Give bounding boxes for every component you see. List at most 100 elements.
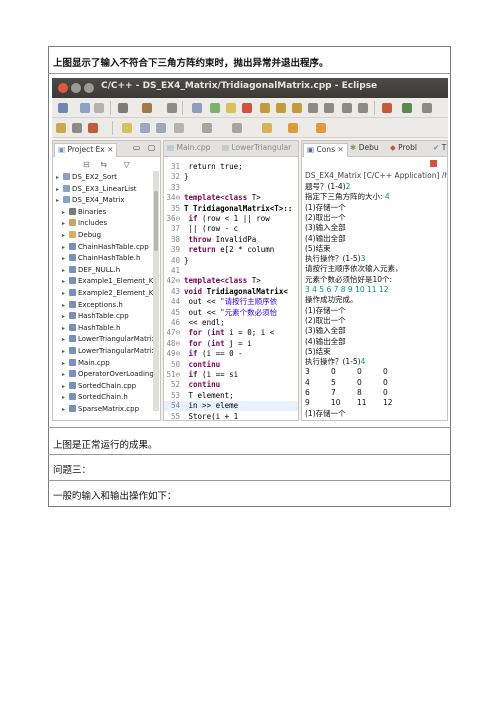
scrollbar-thumb[interactable] [154,191,158,251]
expand-toggle-icon[interactable]: ▸ [62,392,69,403]
tree-item[interactable]: ▸ Example1_Element_Ke [62,276,157,287]
expand-toggle-icon[interactable]: ▸ [62,253,69,264]
expand-toggle-icon[interactable]: ▸ [62,288,69,299]
step-over-icon[interactable] [276,103,286,113]
close-icon[interactable]: ✕ [337,145,343,154]
expand-toggle-icon[interactable]: ▸ [62,346,69,357]
expand-toggle-icon[interactable]: ▸ [62,230,69,241]
tab-project-explorer[interactable]: ▣ Project Ex ✕ [54,143,118,157]
tree-item[interactable]: ▸ ChainHashTable.cpp [62,242,149,253]
resume-icon[interactable] [210,103,220,113]
tree-item[interactable]: ▸ Includes [62,218,107,229]
last-edit-icon[interactable] [262,123,272,133]
tree-item[interactable]: ▸ HashTable.h [62,323,120,334]
scrollbar[interactable] [153,171,159,411]
code-token: "元素个数必须恰 [220,307,278,317]
tree-item[interactable]: ▸ DS_EX4_Matrix [56,195,125,206]
tab-lower-triangular[interactable]: ▤ LowerTriangular [222,143,291,152]
block-select-icon[interactable] [156,123,166,133]
expand-toggle-icon[interactable]: ▸ [62,300,69,311]
grid-icon[interactable] [167,103,177,113]
matrix-cell: 3 [305,367,310,377]
profile-icon[interactable] [358,103,368,113]
expand-toggle-icon[interactable]: ▸ [62,334,69,345]
back-icon[interactable] [288,123,298,133]
tree-item[interactable]: ▸ Exceptions.h [62,300,123,311]
tree-item[interactable]: ▸ Debug [62,230,101,241]
run-icon[interactable] [342,103,352,113]
tree-item[interactable]: ▸ DS_EX3_LinearList [56,184,137,195]
expand-toggle-icon[interactable]: ▸ [62,404,69,415]
step-into-icon[interactable] [260,103,270,113]
tree-item[interactable]: ▸ LowerTriangularMatrix [62,334,156,345]
link-editor-icon[interactable]: ⇆ [100,160,107,169]
save-icon[interactable] [80,103,90,113]
build-icon[interactable] [118,103,128,113]
instruction-step-icon[interactable] [308,103,318,113]
tab-main-cpp[interactable]: ▤ Main.cpp [167,143,210,152]
tree-item[interactable]: ▸ Example2_Element_Ke [62,288,157,299]
tab-debugger-console[interactable]: ✱ Debu [350,143,379,152]
expand-toggle-icon[interactable]: ▸ [56,195,63,206]
expand-toggle-icon[interactable]: ▸ [56,172,63,183]
tree-item[interactable]: ▸ DS_EX2_Sort [56,172,117,183]
tree-item[interactable]: ▸ ChainHashTable.h [62,253,140,264]
tree-item[interactable]: ▸ Binaries [62,207,106,218]
close-window-button[interactable] [58,83,68,93]
skip-breakpoints-icon[interactable] [192,103,202,113]
expand-toggle-icon[interactable]: ▸ [62,381,69,392]
debug-icon[interactable] [324,103,334,113]
new-icon[interactable] [58,103,68,113]
maximize-view-icon[interactable]: ▢ [148,143,155,152]
external-tools-icon[interactable] [382,103,392,113]
tree-item[interactable]: ▸ SortedChain.cpp [62,381,136,392]
tree-item-label: ChainHashTable.h [78,254,141,263]
collapse-all-icon[interactable]: ⊟ [83,160,90,169]
tree-item[interactable]: ▸ LowerTriangularMatrix [62,346,156,357]
search-icon[interactable] [72,123,82,133]
minimize-view-icon[interactable]: ▭ [133,143,140,152]
expand-toggle-icon[interactable]: ▸ [62,311,69,322]
tree-item[interactable]: ▸ HashTable.cpp [62,311,129,322]
terminate-icon[interactable] [242,103,252,113]
forward-icon[interactable] [316,123,326,133]
tab-console[interactable]: ▣ Cons ✕ [303,143,348,157]
close-icon[interactable]: ✕ [107,145,113,154]
terminate-button[interactable] [430,160,437,167]
console-line: 操作成功完成。 [305,295,358,305]
code-token: "请按行主顺序依 [220,297,278,307]
expand-toggle-icon[interactable]: ▸ [62,218,69,229]
toggle-mark-icon[interactable] [122,123,132,133]
tree-item[interactable]: ▸ SparseMatrix.cpp [62,404,139,415]
build-target-icon[interactable] [88,123,98,133]
new-class-icon[interactable] [402,103,412,113]
expand-toggle-icon[interactable]: ▸ [62,265,69,276]
tree-item[interactable]: ▸ OperatorOverLoading. [62,369,156,380]
maximize-window-button[interactable] [84,83,94,93]
expand-toggle-icon[interactable]: ▸ [62,242,69,253]
expand-toggle-icon[interactable]: ▸ [56,184,63,195]
tree-item[interactable]: ▸ Main.cpp [62,358,110,369]
view-menu-icon[interactable]: ▽ [124,160,130,169]
tab-tasks[interactable]: ✔ T [433,143,446,152]
expand-toggle-icon[interactable]: ▸ [62,207,69,218]
minimize-window-button[interactable] [71,83,81,93]
expand-toggle-icon[interactable]: ▸ [62,276,69,287]
hammer-icon[interactable] [142,103,152,113]
expand-toggle-icon[interactable]: ▸ [62,323,69,334]
annotation-icon[interactable] [140,123,150,133]
suspend-icon[interactable] [226,103,236,113]
expand-toggle-icon[interactable]: ▸ [62,358,69,369]
whitespace-icon[interactable] [174,123,184,133]
print-icon[interactable] [94,103,104,113]
open-type-icon[interactable] [56,123,66,133]
expand-toggle-icon[interactable]: ▸ [62,369,69,380]
step-return-icon[interactable] [292,103,302,113]
next-annotation-icon[interactable] [202,123,212,133]
tab-problems[interactable]: ◆ Probl [390,143,417,152]
prev-annotation-icon[interactable] [232,123,242,133]
tree-item[interactable]: ▸ SortedChain.h [62,392,128,403]
code-token: for [184,328,203,338]
tree-item[interactable]: ▸ DEF_NULL.h [62,265,120,276]
new-folder-icon[interactable] [422,103,432,113]
